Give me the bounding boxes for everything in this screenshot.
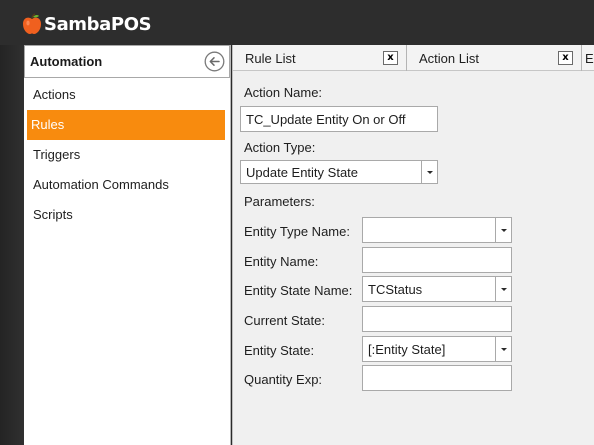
entity-state-value: [:Entity State]: [368, 341, 446, 357]
back-button[interactable]: [203, 51, 225, 73]
action-type-label: Action Type:: [244, 140, 316, 155]
dropdown-button[interactable]: [421, 161, 437, 183]
app-name: SambaPOS: [44, 13, 152, 35]
sidebar-nav: Actions Rules Triggers Automation Comman…: [24, 78, 230, 230]
tab-label: Rule List: [245, 50, 296, 66]
tab-rule-list[interactable]: Rule List x: [233, 45, 407, 71]
sidebar-header: Automation: [24, 45, 230, 78]
apple-logo-icon: [23, 13, 41, 34]
entity-state-name-select[interactable]: TCStatus: [362, 276, 512, 302]
dropdown-button[interactable]: [495, 337, 511, 361]
action-name-label: Action Name:: [244, 85, 323, 100]
tab-truncated[interactable]: E: [582, 45, 594, 71]
chevron-down-icon: [426, 170, 433, 174]
quantity-exp-input[interactable]: [362, 365, 512, 391]
chevron-down-icon: [500, 228, 507, 232]
sidebar-item-triggers[interactable]: Triggers: [26, 140, 225, 170]
tab-label: Action List: [419, 50, 479, 66]
action-type-select[interactable]: Update Entity State: [240, 160, 438, 184]
back-arrow-icon: [204, 51, 224, 72]
dropdown-button[interactable]: [495, 218, 511, 242]
dropdown-button[interactable]: [495, 277, 511, 301]
title-bar: SambaPOS: [0, 0, 594, 45]
entity-type-name-label: Entity Type Name:: [244, 224, 350, 239]
current-state-input[interactable]: [362, 306, 512, 332]
entity-state-label: Entity State:: [244, 343, 315, 358]
current-state-label: Current State:: [244, 313, 325, 328]
app-logo: SambaPOS: [22, 11, 152, 37]
parameters-label: Parameters:: [244, 194, 315, 209]
sidebar-item-rules[interactable]: Rules: [27, 110, 225, 140]
tab-action-list[interactable]: Action List x: [407, 45, 582, 71]
window-edge: [0, 45, 24, 445]
main-content: Rule List x Action List x E Action Name:…: [232, 45, 594, 445]
entity-state-name-value: TCStatus: [368, 281, 423, 297]
entity-name-label: Entity Name:: [244, 254, 319, 269]
entity-type-name-select[interactable]: [362, 217, 512, 243]
tab-bar: Rule List x Action List x E: [233, 45, 594, 71]
entity-name-input[interactable]: [362, 247, 512, 273]
sidebar-item-actions[interactable]: Actions: [26, 80, 225, 110]
action-form: Action Name: TC_Update Entity On or Off …: [233, 71, 594, 445]
close-tab-button[interactable]: x: [558, 51, 573, 65]
close-tab-button[interactable]: x: [383, 51, 398, 65]
tab-label: E: [585, 50, 594, 66]
entity-state-select[interactable]: [:Entity State]: [362, 336, 512, 362]
action-type-value: Update Entity State: [246, 164, 359, 180]
action-name-input[interactable]: TC_Update Entity On or Off: [240, 106, 438, 132]
sidebar-title: Automation: [30, 54, 103, 69]
chevron-down-icon: [500, 347, 507, 351]
sidebar-item-automation-commands[interactable]: Automation Commands: [26, 170, 225, 200]
sidebar-item-scripts[interactable]: Scripts: [26, 200, 225, 230]
quantity-exp-label: Quantity Exp:: [244, 372, 323, 387]
chevron-down-icon: [500, 287, 507, 291]
sidebar: Automation Actions Rules Triggers Automa…: [24, 45, 231, 445]
entity-state-name-label: Entity State Name:: [244, 283, 353, 298]
